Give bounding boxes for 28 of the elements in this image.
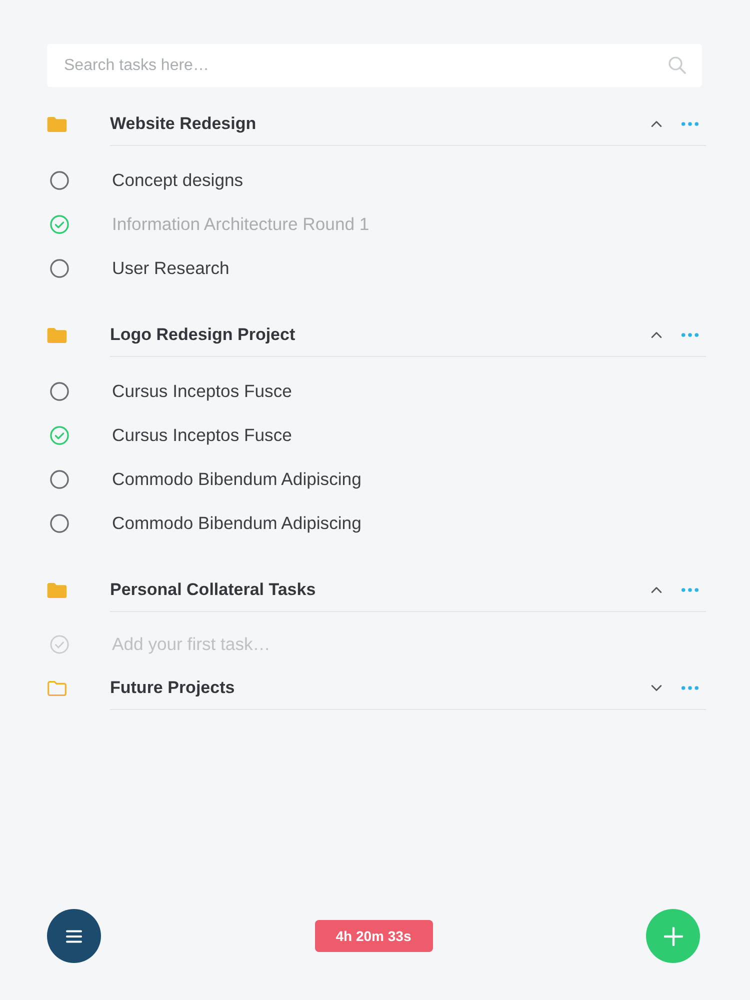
task-label: Cursus Inceptos Fusce [112, 380, 292, 402]
project-title: Personal Collateral Tasks [110, 580, 316, 600]
task-checkbox[interactable] [50, 470, 69, 488]
task-label: Information Architecture Round 1 [112, 214, 370, 234]
task-label: Commodo Bibendum Adipiscing [112, 512, 362, 534]
menu-button[interactable] [47, 909, 101, 963]
chevron-down-icon[interactable] [651, 685, 662, 691]
check-circle-icon [50, 635, 69, 654]
chevron-up-icon[interactable] [651, 332, 662, 338]
task-checkbox[interactable] [50, 426, 69, 444]
task-checkbox[interactable] [50, 258, 69, 278]
task-checkbox[interactable] [50, 170, 69, 190]
task-label: User Research [112, 258, 230, 278]
project-title: Logo Redesign Project [110, 325, 296, 345]
project-title: Website Redesign [110, 114, 256, 134]
menu-icon [66, 930, 82, 942]
project-title: Future Projects [110, 678, 235, 698]
task-label: Commodo Bibendum Adipiscing [112, 468, 362, 490]
task-checkbox[interactable] [50, 214, 69, 234]
task-checkbox[interactable] [50, 514, 69, 532]
task-checkbox[interactable] [50, 382, 69, 400]
timer-badge[interactable]: 4h 20m 33s [314, 920, 432, 952]
task-label: Cursus Inceptos Fusce [112, 424, 292, 446]
search-field[interactable]: Search tasks here… [47, 44, 702, 87]
plus-icon [664, 926, 682, 946]
chevron-up-icon[interactable] [651, 121, 662, 127]
chevron-up-icon[interactable] [651, 587, 662, 593]
task-label: Concept designs [112, 170, 244, 190]
